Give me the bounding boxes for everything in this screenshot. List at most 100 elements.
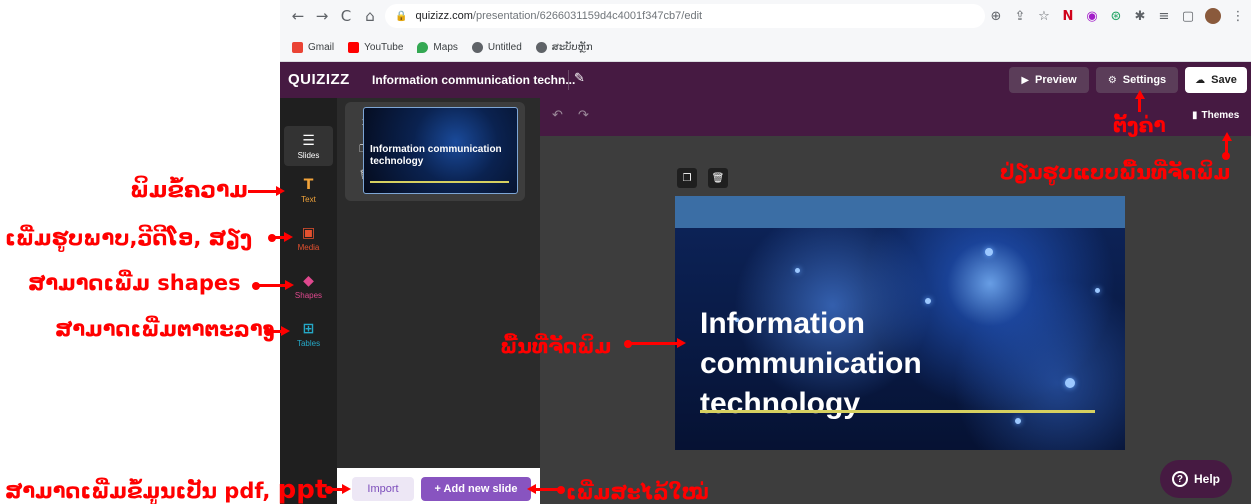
add-new-slide-button[interactable]: + Add new slide bbox=[421, 477, 531, 501]
save-label: Save bbox=[1211, 74, 1237, 86]
reload-icon[interactable]: C bbox=[336, 6, 356, 26]
slide-title-line: Information bbox=[700, 307, 865, 340]
bookmark-label: Untitled bbox=[487, 41, 522, 53]
pencil-icon[interactable]: ✎ bbox=[574, 71, 585, 86]
annotation-import: ສາມາດເພີ່ມຂໍ້ມູນເປັນ pdf, ppt bbox=[5, 475, 327, 504]
reading-list-icon[interactable]: ≡ bbox=[1157, 9, 1171, 24]
presentation-title[interactable]: Information communication techn... bbox=[372, 73, 575, 87]
bookmarks-bar: Gmail YouTube Maps Untitled ສະບັບຫຼັກ bbox=[292, 38, 593, 56]
youtube-icon bbox=[348, 41, 360, 53]
back-arrow-icon[interactable]: ← bbox=[288, 6, 308, 26]
url-domain: quizizz.com bbox=[415, 10, 473, 22]
annotation-arrow-head bbox=[276, 186, 285, 196]
slide-title[interactable]: Information communication technology bbox=[700, 304, 1120, 424]
annotation-arrow bbox=[329, 488, 343, 491]
bookmark-untitled[interactable]: Untitled bbox=[471, 41, 522, 53]
bookmark-label: Maps bbox=[433, 41, 458, 53]
browser-chrome: ← → C ⌂ 🔒 quizizz.com/presentation/62660… bbox=[280, 0, 1251, 62]
text-icon: T bbox=[303, 176, 314, 193]
cloud-icon: ☁ bbox=[1195, 74, 1206, 86]
bookmark-lao[interactable]: ສະບັບຫຼັກ bbox=[535, 41, 593, 53]
annotation-arrow-head bbox=[281, 326, 290, 336]
zoom-icon[interactable]: ⊕ bbox=[989, 9, 1003, 24]
annotation-shapes-tool: ສາມາດເພີ່ມ shapes bbox=[28, 271, 241, 295]
annotation-arrow bbox=[248, 190, 278, 193]
annotation-arrow bbox=[1138, 98, 1141, 112]
annotation-import-suffix: ppt bbox=[277, 475, 328, 504]
puzzle-icon[interactable]: ✱ bbox=[1133, 9, 1147, 24]
rail-label: Slides bbox=[297, 150, 320, 160]
rail-item-text[interactable]: T Text bbox=[284, 170, 333, 210]
annotation-arrow-head bbox=[342, 484, 351, 494]
network-node bbox=[795, 268, 800, 273]
bookmark-gmail[interactable]: Gmail bbox=[292, 41, 335, 53]
rail-label: Shapes bbox=[294, 290, 323, 300]
annotation-tables-tool: ສາມາດເພີ່ມຕາຕະລາງ bbox=[55, 317, 275, 341]
globe-icon bbox=[535, 41, 547, 53]
annotation-arrow bbox=[557, 486, 565, 494]
paint-icon: ▮ bbox=[1192, 110, 1198, 121]
annotation-settings: ຕັ້ງຄ່າ bbox=[1113, 113, 1166, 137]
title-divider bbox=[568, 70, 569, 90]
import-button[interactable]: Import bbox=[352, 477, 414, 501]
redo-icon[interactable]: ↷ bbox=[578, 108, 589, 123]
menu-icon[interactable]: ⋮ bbox=[1231, 9, 1245, 24]
undo-icon[interactable]: ↶ bbox=[552, 108, 563, 123]
editor-topbar: QUIZIZZ Information communication techn.… bbox=[280, 62, 1251, 98]
forward-arrow-icon[interactable]: → bbox=[312, 6, 332, 26]
lock-icon[interactable]: 🔒 bbox=[395, 11, 407, 22]
slide-underline bbox=[700, 410, 1095, 413]
gmail-icon bbox=[292, 41, 303, 53]
n-extension-icon[interactable]: N bbox=[1061, 9, 1075, 24]
bookmark-maps[interactable]: Maps bbox=[417, 41, 458, 53]
home-icon[interactable]: ⌂ bbox=[360, 6, 380, 26]
rail-label: Tables bbox=[296, 338, 321, 348]
thumbnail-text: Information communication technology bbox=[370, 144, 502, 167]
address-bar[interactable]: 🔒 quizizz.com/presentation/6266031159d4c… bbox=[385, 4, 985, 28]
globe-icon bbox=[471, 41, 483, 53]
quizizz-logo[interactable]: QUIZIZZ bbox=[288, 71, 350, 88]
annotation-arrow bbox=[256, 284, 286, 287]
share-icon[interactable]: ⇪ bbox=[1013, 9, 1027, 24]
duplicate-slide-icon[interactable]: ❐ bbox=[677, 168, 697, 188]
bookmark-youtube[interactable]: YouTube bbox=[348, 41, 404, 53]
preview-button[interactable]: ▶ Preview bbox=[1009, 67, 1089, 93]
tool-rail: ☰ Slides T Text ▣ Media ◆ Shapes ⊞ Tables bbox=[280, 98, 337, 504]
network-node bbox=[1095, 288, 1100, 293]
rail-label: Media bbox=[297, 242, 320, 252]
annotation-arrow-head bbox=[677, 338, 686, 348]
themes-button[interactable]: ▮ Themes bbox=[1192, 110, 1239, 121]
url-path: /presentation/6266031159d4c4001f347cb7/e… bbox=[472, 10, 703, 22]
question-icon: ? bbox=[1171, 471, 1188, 487]
tables-icon: ⊞ bbox=[302, 320, 315, 337]
slide-header-band bbox=[675, 196, 1125, 228]
slide-title-line: communication bbox=[700, 347, 922, 380]
annotation-arrow bbox=[1222, 152, 1230, 160]
main-slide[interactable]: Information communication technology bbox=[675, 196, 1125, 450]
screenshot-root: ← → C ⌂ 🔒 quizizz.com/presentation/62660… bbox=[0, 0, 1251, 504]
window-icon[interactable]: ▢ bbox=[1181, 9, 1195, 24]
green-extension-icon[interactable]: ⊛ bbox=[1109, 9, 1123, 24]
network-node bbox=[985, 248, 993, 256]
annotation-arrow-head bbox=[284, 232, 293, 242]
help-label: Help bbox=[1193, 472, 1220, 486]
annotation-media-tool: ເພີ່ມຮູບພາບ,ວີດີໂອ, ສຽງ bbox=[5, 226, 253, 250]
annotation-arrow bbox=[628, 342, 678, 345]
annotation-themes: ປ່ຽນຮູບແບບພື້ນທີ່ຈັດພິມ bbox=[1000, 160, 1231, 184]
annotation-arrow bbox=[268, 330, 282, 333]
star-icon[interactable]: ☆ bbox=[1037, 9, 1051, 24]
slides-icon: ☰ bbox=[302, 132, 315, 149]
profile-avatar[interactable] bbox=[1205, 8, 1221, 24]
save-button[interactable]: ☁ Save bbox=[1185, 67, 1247, 93]
delete-slide-icon[interactable]: 🗑 bbox=[708, 168, 728, 188]
bookmark-label: YouTube bbox=[364, 41, 404, 53]
rail-item-tables[interactable]: ⊞ Tables bbox=[284, 314, 333, 354]
slide-thumbnail[interactable]: Information communication technology bbox=[363, 107, 518, 194]
themes-label: Themes bbox=[1201, 110, 1240, 121]
bookmark-label: Gmail bbox=[308, 41, 335, 53]
import-label: Import bbox=[367, 483, 399, 495]
purple-extension-icon[interactable]: ◉ bbox=[1085, 9, 1099, 24]
help-button[interactable]: ? Help bbox=[1160, 460, 1232, 498]
rail-item-slides[interactable]: ☰ Slides bbox=[284, 126, 333, 166]
rail-label: Text bbox=[301, 194, 316, 204]
